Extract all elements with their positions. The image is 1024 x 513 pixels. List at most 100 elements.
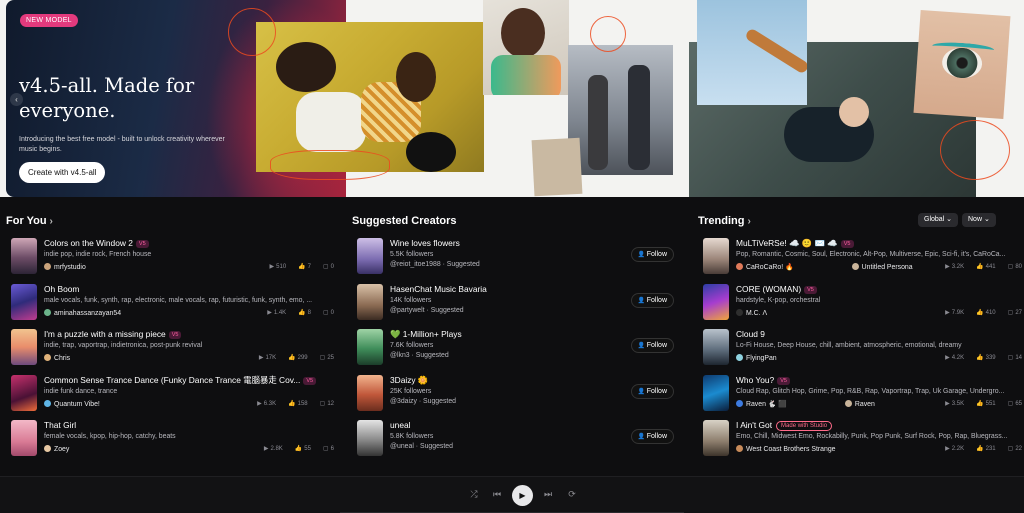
song-title[interactable]: That Girl <box>44 420 336 431</box>
song-row[interactable]: I'm a puzzle with a missing piece V5 indie… <box>6 329 336 367</box>
avatar[interactable] <box>44 399 51 407</box>
song-cover[interactable] <box>703 238 729 274</box>
creator-row[interactable]: uneal 5.8K followers @uneal · Suggested 👤 F… <box>352 420 682 458</box>
song-cover[interactable] <box>11 329 37 365</box>
song-title[interactable]: CORE (WOMAN) V5 <box>736 284 1024 295</box>
avatar[interactable] <box>851 263 859 270</box>
song-title[interactable]: Colors on the Window 2 V5 <box>44 238 336 249</box>
song-cover[interactable] <box>11 374 37 411</box>
author-name[interactable]: Raven 🐇 ⬛ <box>746 401 787 408</box>
next-track-icon[interactable]: ⏭ <box>541 487 555 501</box>
song-title[interactable]: I Ain't Got Made with Studio <box>736 420 1024 431</box>
song-title[interactable]: MuLTiVeRSe! ☁️ 🙂 ✉️ ☁️ V5 <box>736 238 1024 249</box>
author-name[interactable]: Chris <box>54 355 70 362</box>
plays-value: 1.4K <box>273 309 287 316</box>
follow-button[interactable]: 👤 Follow <box>630 383 674 399</box>
shuffle-icon[interactable]: ⤮ <box>467 487 481 501</box>
song-row[interactable]: That Girl female vocals, kpop, hip-hop, c… <box>6 420 336 458</box>
for-you-heading[interactable]: For You › <box>6 213 336 229</box>
creator-row[interactable]: 💚 1-Million+ Plays 7.6K followers @lkn3 · … <box>352 329 682 367</box>
trending-song-row[interactable]: Cloud 9 Lo-Fi House, Deep House, chill, a… <box>698 329 1024 367</box>
likes-value: 8 <box>307 309 311 316</box>
creator-avatar[interactable] <box>357 329 383 365</box>
trending-song-row[interactable]: CORE (WOMAN) V5 hardstyle, K-pop, orchestr… <box>698 283 1024 322</box>
song-stats: ▶ 3.5K 👍 551 ▢ 65 <box>933 399 1022 410</box>
avatar[interactable] <box>844 399 852 407</box>
song-title-text[interactable]: That Girl <box>44 420 76 430</box>
play-button[interactable]: ▶ <box>512 485 533 506</box>
follow-button[interactable]: 👤 Follow <box>630 338 674 353</box>
scribble-decoration <box>228 8 276 56</box>
avatar[interactable] <box>736 308 743 316</box>
follow-button[interactable]: 👤 Follow <box>630 247 674 262</box>
avatar[interactable] <box>736 399 743 407</box>
create-with-v45-all-button[interactable]: Create with v4.5-all <box>19 162 106 183</box>
follow-button[interactable]: 👤 Follow <box>630 292 674 308</box>
avatar[interactable] <box>736 263 743 270</box>
song-row[interactable]: Common Sense Trance Dance (Funky Dance T… <box>6 374 336 413</box>
song-title-text[interactable]: CORE (WOMAN) <box>736 284 801 294</box>
song-cover[interactable] <box>11 420 37 456</box>
author-name[interactable]: Quantum Vibe! <box>54 401 100 408</box>
avatar[interactable] <box>44 308 51 316</box>
song-title-text[interactable]: Who You? <box>736 375 774 385</box>
song-title-text[interactable]: Cloud 9 <box>736 329 765 339</box>
author-name[interactable]: CaRoCaRo! 🔥 <box>746 264 794 271</box>
persona-name[interactable]: Untitled Persona <box>862 264 913 271</box>
creator-avatar[interactable] <box>357 238 383 274</box>
author-name[interactable]: aminahassanzayan54 <box>54 310 121 317</box>
author-name[interactable]: West Coast Brothers Strange <box>746 446 836 453</box>
song-title[interactable]: I'm a puzzle with a missing piece V5 <box>44 329 336 340</box>
persona-name[interactable]: Raven <box>855 401 875 408</box>
avatar[interactable] <box>44 354 51 361</box>
trending-song-row[interactable]: Who You? V5 Cloud Rap, Glitch Hop, Grime, … <box>698 374 1024 413</box>
song-meta: M.C. Λ ▶ 7.9K 👍 410 ▢ 27 <box>736 308 1024 319</box>
creator-avatar[interactable] <box>357 283 383 320</box>
song-cover[interactable] <box>703 329 729 365</box>
song-title-text[interactable]: I Ain't Got <box>736 420 772 430</box>
follow-button[interactable]: 👤 Follow <box>630 429 674 444</box>
song-title-text[interactable]: MuLTiVeRSe! ☁️ 🙂 ✉️ ☁️ <box>736 238 838 248</box>
trending-song-row[interactable]: I Ain't Got Made with Studio Emo, Chill, M… <box>698 420 1024 458</box>
song-title[interactable]: Common Sense Trance Dance (Funky Dance T… <box>44 375 336 386</box>
creator-avatar[interactable] <box>357 420 383 456</box>
likes-value: 441 <box>985 264 996 270</box>
song-title-text[interactable]: I'm a puzzle with a missing piece <box>44 329 166 339</box>
author-name[interactable]: M.C. Λ <box>746 310 767 317</box>
avatar[interactable] <box>736 354 743 361</box>
region-filter-dropdown[interactable]: Global ⌄ <box>918 213 959 227</box>
author-name[interactable]: Zoey <box>54 446 69 453</box>
song-cover[interactable] <box>703 374 729 411</box>
song-title-text[interactable]: Colors on the Window 2 <box>44 238 133 248</box>
song-cover[interactable] <box>703 420 729 456</box>
song-title[interactable]: Oh Boom <box>44 284 336 295</box>
song-cover[interactable] <box>703 283 729 320</box>
song-title[interactable]: Cloud 9 <box>736 329 1024 340</box>
time-filter-dropdown[interactable]: Now ⌄ <box>962 213 996 227</box>
creator-avatar[interactable] <box>357 374 383 411</box>
creator-row[interactable]: 3Daizy 🌼 25K followers @3daizy · Suggested… <box>352 374 682 413</box>
creator-row[interactable]: Wine loves flowers 5.5K followers @reiot_i… <box>352 238 682 276</box>
version-badge: V5 <box>303 376 317 385</box>
creator-row[interactable]: HasenChat Music Bavaria 14K followers @par… <box>352 283 682 322</box>
author-name[interactable]: mrfystudio <box>54 264 86 271</box>
song-row[interactable]: Colors on the Window 2 V5 indie pop, indie… <box>6 238 336 276</box>
avatar[interactable] <box>44 263 51 270</box>
song-cover[interactable] <box>11 283 37 320</box>
avatar[interactable] <box>736 445 743 452</box>
hero-banner[interactable]: NEW MODEL ‹ v4.5-all. Made for everyone.… <box>0 0 1024 197</box>
song-title-text[interactable]: Oh Boom <box>44 284 79 294</box>
song-title-text[interactable]: Common Sense Trance Dance (Funky Dance T… <box>44 375 300 385</box>
song-cover[interactable] <box>11 238 37 274</box>
song-title[interactable]: Who You? V5 <box>736 375 1024 386</box>
hero-prev-icon[interactable]: ‹ <box>10 93 23 106</box>
chevron-right-icon[interactable]: › <box>50 216 53 227</box>
scribble-decoration <box>940 120 1010 180</box>
avatar[interactable] <box>44 445 51 452</box>
song-row[interactable]: Oh Boom male vocals, funk, synth, rap, el… <box>6 283 336 322</box>
previous-track-icon[interactable]: ⏮ <box>490 487 504 501</box>
author-name[interactable]: FlyingPan <box>746 355 777 362</box>
repeat-icon[interactable]: ⟳ <box>565 487 579 501</box>
trending-song-row[interactable]: MuLTiVeRSe! ☁️ 🙂 ✉️ ☁️ V5 Pop, Romantic, C… <box>698 238 1024 276</box>
chevron-right-icon[interactable]: › <box>747 216 750 227</box>
